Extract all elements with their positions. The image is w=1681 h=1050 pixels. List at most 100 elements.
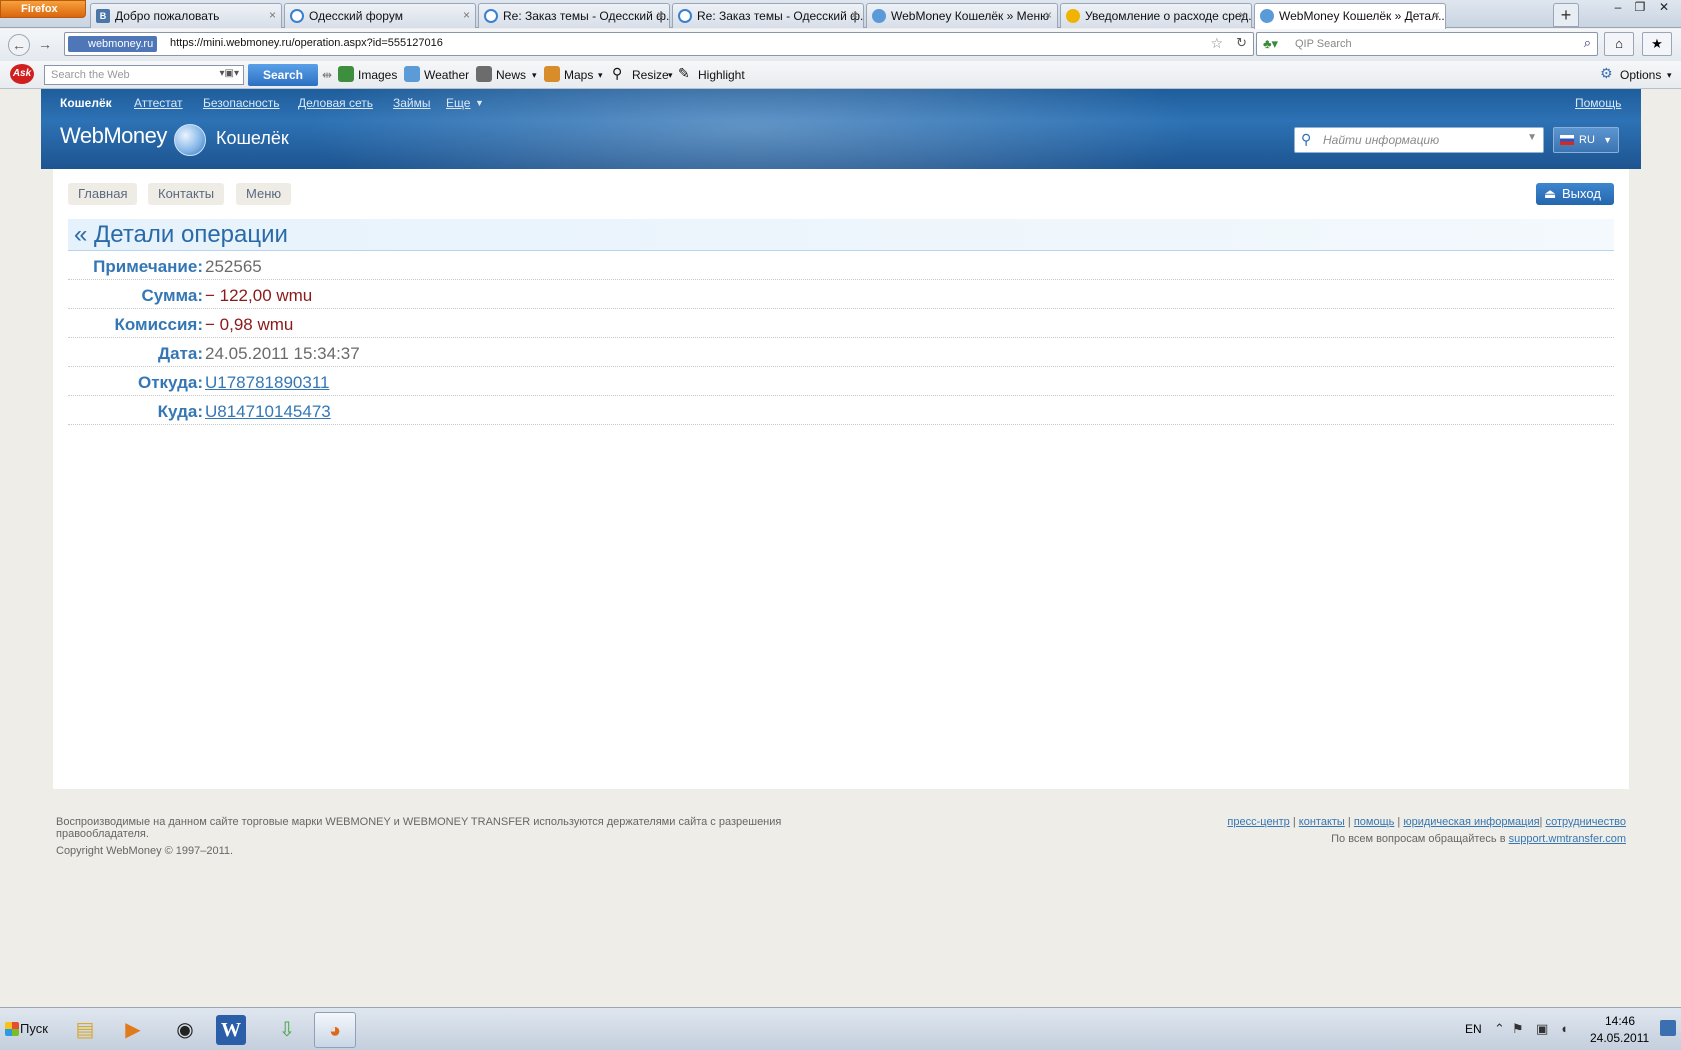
page-title[interactable]: « Детали операции: [68, 219, 1614, 251]
clock-date[interactable]: 24.05.2011: [1590, 1031, 1649, 1045]
notice-favicon-icon: [1066, 9, 1080, 23]
start-label: Пуск: [20, 1021, 48, 1036]
tab-close-icon[interactable]: ×: [1239, 8, 1246, 22]
footer-link-help[interactable]: помощь: [1354, 816, 1395, 828]
downloads-app-icon[interactable]: ⇩: [266, 1012, 308, 1048]
footer-link-legal[interactable]: юридическая информация: [1403, 816, 1539, 828]
detail-value: − 122,00 wmu: [205, 286, 313, 305]
close-window-icon[interactable]: ✕: [1654, 0, 1674, 16]
maps-dropdown-icon[interactable]: ▾: [598, 70, 603, 81]
toolbar-link-news[interactable]: News: [496, 68, 526, 82]
ask-engine-dropdown-icon[interactable]: ▾▣▾: [220, 68, 240, 79]
tab-close-icon[interactable]: ×: [463, 8, 470, 22]
firefox-taskbar-icon[interactable]: ◕: [314, 1012, 356, 1048]
footer-link-partnership[interactable]: сотрудничество: [1545, 816, 1626, 828]
more-dropdown-icon[interactable]: ▼: [475, 98, 484, 108]
chevron-down-icon: ▼: [1603, 135, 1612, 145]
browser-tab-active[interactable]: WebMoney Кошелёк » Детал... ×: [1254, 3, 1446, 29]
toolbar-link-resize[interactable]: Resize: [632, 68, 669, 82]
windows-taskbar: Пуск ▤ ▶ ◉ W ⇩ ◕ EN ⌃ ⚑ ▣ ◖ 14:46 24.05.…: [0, 1007, 1681, 1050]
bookmark-star-icon[interactable]: ☆: [1210, 35, 1223, 52]
word-icon[interactable]: W: [216, 1015, 246, 1045]
qip-engine-icon[interactable]: ♣▾: [1263, 36, 1278, 52]
tray-expand-icon[interactable]: ⌃: [1494, 1021, 1505, 1037]
ask-search-button[interactable]: Search: [248, 64, 318, 86]
toolbar-resize-handle-icon[interactable]: ⇹: [322, 68, 332, 82]
media-player-icon[interactable]: ▶: [112, 1012, 154, 1048]
toolbar-options[interactable]: Options: [1620, 68, 1661, 82]
logout-button[interactable]: ⏏ Выход: [1536, 183, 1614, 205]
browser-tab[interactable]: Re: Заказ темы - Одесский ф... ×: [478, 3, 670, 28]
nav-pill-contacts[interactable]: Контакты: [148, 183, 225, 205]
network-icon[interactable]: ▣: [1536, 1021, 1548, 1037]
toolbar-link-maps[interactable]: Maps: [564, 68, 593, 82]
recipient-purse-link[interactable]: U814710145473: [205, 402, 331, 422]
toolbar-link-highlight[interactable]: Highlight: [698, 68, 745, 82]
topnav-more[interactable]: Еще: [446, 96, 470, 110]
help-link[interactable]: Помощь: [1575, 96, 1621, 110]
windows-logo-icon: [5, 1022, 19, 1036]
webmoney-logo[interactable]: WebMoney: [60, 123, 167, 149]
topnav-loans[interactable]: Займы: [393, 96, 431, 110]
start-button[interactable]: Пуск: [2, 1016, 52, 1042]
browser-tab[interactable]: WebMoney Кошелёк » Меню ×: [866, 3, 1058, 28]
url-bar[interactable]: webmoney.ru https://mini.webmoney.ru/ope…: [64, 32, 1254, 56]
tab-close-icon[interactable]: ×: [851, 8, 858, 22]
bookmarks-menu-icon[interactable]: ★: [1642, 32, 1672, 56]
forward-arrow-icon[interactable]: →: [34, 34, 56, 56]
sender-purse-link[interactable]: U178781890311: [205, 373, 329, 393]
news-icon: [476, 66, 492, 82]
browser-tab[interactable]: Уведомление о расходе сред... ×: [1060, 3, 1252, 28]
nav-pill-menu[interactable]: Меню: [236, 183, 292, 205]
explorer-folder-icon[interactable]: ▤: [64, 1012, 106, 1048]
action-center-flag-icon[interactable]: ⚑: [1512, 1021, 1524, 1037]
tab-close-icon[interactable]: ×: [657, 8, 664, 22]
resize-magnifier-icon: ⚲: [612, 65, 623, 81]
toolbar-link-weather[interactable]: Weather: [424, 68, 469, 82]
logout-icon: ⏏: [1544, 186, 1557, 201]
keyboard-language[interactable]: EN: [1465, 1022, 1482, 1036]
minimize-icon[interactable]: –: [1608, 0, 1628, 16]
clock-time[interactable]: 14:46: [1605, 1014, 1635, 1028]
toolbar-link-images[interactable]: Images: [358, 68, 397, 82]
tab-close-icon[interactable]: ×: [269, 8, 276, 22]
url-text[interactable]: https://mini.webmoney.ru/operation.aspx?…: [170, 37, 443, 49]
tab-close-icon[interactable]: ×: [1433, 8, 1440, 22]
site-identity-label: webmoney.ru: [88, 38, 154, 50]
chevron-down-icon[interactable]: ▼: [1527, 132, 1537, 143]
topnav-attestat[interactable]: Аттестат: [134, 96, 183, 110]
reload-icon[interactable]: ↻: [1236, 35, 1247, 51]
restore-icon[interactable]: ❐: [1630, 0, 1650, 16]
ask-logo-icon[interactable]: Ask: [10, 64, 34, 84]
topnav-wallet[interactable]: Кошелёк: [60, 96, 112, 110]
logout-label: Выход: [1562, 186, 1601, 201]
show-desktop-icon[interactable]: [1660, 1020, 1676, 1036]
nav-pill-home[interactable]: Главная: [68, 183, 138, 205]
search-magnifier-icon[interactable]: ⌕: [1584, 35, 1591, 51]
footer-link-contacts[interactable]: контакты: [1299, 816, 1345, 828]
resize-dropdown-icon[interactable]: ▾: [668, 70, 673, 81]
ask-search-input[interactable]: Search the Web ▾▣▾: [44, 65, 244, 85]
new-tab-button[interactable]: +: [1553, 3, 1579, 27]
topnav-business-network[interactable]: Деловая сеть: [298, 96, 373, 110]
options-dropdown-icon[interactable]: ▾: [1667, 70, 1672, 81]
firefox-menu-button[interactable]: Firefox: [0, 0, 86, 18]
news-dropdown-icon[interactable]: ▾: [532, 70, 537, 81]
home-icon[interactable]: ⌂: [1604, 32, 1634, 56]
qip-search-box[interactable]: ♣▾ QIP Search ⌕: [1256, 32, 1598, 56]
wm-search-input[interactable]: ⚲ Найти информацию ▼: [1294, 127, 1544, 153]
footer-support-link[interactable]: support.wmtransfer.com: [1509, 833, 1626, 845]
tab-close-icon[interactable]: ×: [1045, 8, 1052, 22]
detail-row-commission: Комиссия: − 0,98 wmu: [68, 309, 1614, 338]
volume-icon[interactable]: ◖: [1560, 1021, 1568, 1036]
language-selector[interactable]: RU ▼: [1553, 127, 1619, 153]
tab-title: WebMoney Кошелёк » Детал...: [1279, 9, 1446, 23]
browser-tab[interactable]: Re: Заказ темы - Одесский ф... ×: [672, 3, 864, 28]
footer-link-press[interactable]: пресс-центр: [1227, 816, 1289, 828]
site-identity-badge[interactable]: webmoney.ru: [68, 36, 158, 52]
browser-tab[interactable]: Одесский форум ×: [284, 3, 476, 28]
speedometer-app-icon[interactable]: ◉: [164, 1012, 206, 1048]
topnav-security[interactable]: Безопасность: [203, 96, 280, 110]
back-arrow-icon[interactable]: ←: [8, 34, 30, 56]
browser-tab[interactable]: В Добро пожаловать ×: [90, 3, 282, 28]
